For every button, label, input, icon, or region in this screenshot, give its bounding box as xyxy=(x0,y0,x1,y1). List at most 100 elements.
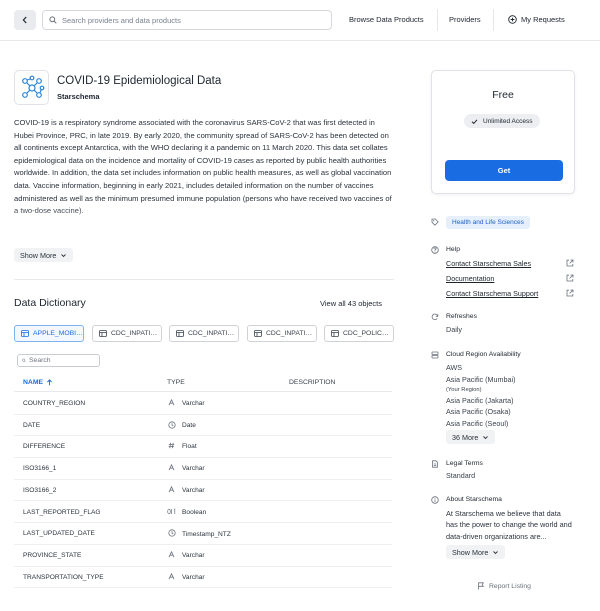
external-link-icon[interactable] xyxy=(566,289,574,297)
table-row[interactable]: ISO3166_2 Varchar xyxy=(14,480,392,502)
column-type-label: Varchar xyxy=(182,573,205,581)
back-button[interactable] xyxy=(14,10,36,30)
column-name-cell: DATE xyxy=(23,421,41,429)
table-row[interactable]: LAST_UPDATED_DATE Timestamp_NTZ xyxy=(14,523,392,545)
contact-support-link[interactable]: Contact Starschema Support xyxy=(446,289,538,298)
access-badge: Unlimited Access xyxy=(464,114,540,128)
table-row[interactable]: DIFFERENCE Float xyxy=(14,436,392,459)
report-listing-link[interactable]: Report Listing xyxy=(477,582,531,590)
hash-icon xyxy=(167,442,176,451)
flag-icon xyxy=(478,582,485,590)
table-icon xyxy=(331,330,339,337)
header-divider xyxy=(0,40,600,41)
document-icon xyxy=(432,460,438,468)
price-label: Free xyxy=(492,89,514,101)
column-name-cell: LAST_REPORTED_FLAG xyxy=(23,508,101,516)
search-icon xyxy=(22,358,26,363)
external-link-icon[interactable] xyxy=(566,274,574,282)
providers-link[interactable]: Providers xyxy=(449,15,481,24)
cloud-region-heading: Cloud Region Availability xyxy=(446,351,521,358)
column-type-label: Float xyxy=(182,443,197,451)
view-all-objects-link[interactable]: View all 43 objects xyxy=(320,299,382,308)
table-icon xyxy=(254,330,262,337)
tab-label: CDC_INPATIENT_BEDS_ICU xyxy=(266,330,316,337)
column-name-cell: COUNTRY_REGION xyxy=(23,400,86,407)
region-item: Asia Pacific (Jakarta) xyxy=(446,396,514,405)
browse-data-products-link[interactable]: Browse Data Products xyxy=(349,15,424,24)
your-region-note: (Your Region) xyxy=(446,387,482,393)
show-more-label: Show More xyxy=(20,250,57,260)
help-heading: Help xyxy=(446,246,460,253)
documentation-link[interactable]: Documentation xyxy=(446,274,494,283)
global-search[interactable] xyxy=(42,10,332,30)
column-type-label: Timestamp_NTZ xyxy=(182,530,231,538)
table-row[interactable]: LAST_REPORTED_FLAG Boolean xyxy=(14,502,392,524)
table-icon xyxy=(176,330,184,337)
nav-divider xyxy=(437,9,438,31)
column-header-type[interactable]: TYPE xyxy=(167,379,185,386)
column-type-cell: Float xyxy=(167,442,197,451)
region-item: Asia Pacific (Osaka) xyxy=(446,407,511,416)
more-regions-button[interactable]: 36 More xyxy=(446,430,496,444)
tab-cdc-inpatient-beds-covid[interactable]: CDC_INPATIENT_BEDS_COVID xyxy=(169,325,239,342)
refreshes-value: Daily xyxy=(446,325,462,334)
clock-icon xyxy=(167,421,176,431)
table-row[interactable]: ISO3166_1 Varchar xyxy=(14,458,392,480)
column-type-cell: Varchar xyxy=(167,485,205,495)
table-row[interactable]: TRANSPORTATION_TYPE Varchar xyxy=(14,567,392,589)
tab-cdc-policy-measures[interactable]: CDC_POLICY_MEASURES xyxy=(324,325,394,342)
about-show-more-button[interactable]: Show More xyxy=(446,545,506,559)
chevron-left-icon xyxy=(22,16,27,24)
column-header-name-label: NAME xyxy=(23,379,44,386)
column-type-cell: Varchar xyxy=(167,463,205,473)
listing-title: COVID-19 Epidemiological Data xyxy=(57,75,222,87)
contact-sales-link[interactable]: Contact Starschema Sales xyxy=(446,259,531,268)
column-name-cell: TRANSPORTATION_TYPE xyxy=(23,573,104,581)
text-type-icon xyxy=(167,485,176,495)
chevron-down-icon xyxy=(493,550,499,554)
text-type-icon xyxy=(167,398,176,408)
column-header-description[interactable]: DESCRIPTION xyxy=(289,379,335,386)
tab-cdc-inpatient-beds-icu[interactable]: CDC_INPATIENT_BEDS_ICU xyxy=(247,325,317,342)
provider-name[interactable]: Starschema xyxy=(57,92,100,101)
region-item: Asia Pacific (Mumbai) xyxy=(446,375,516,384)
server-icon xyxy=(431,351,439,359)
column-name-cell: ISO3166_1 xyxy=(23,465,57,473)
column-header-name[interactable]: NAME xyxy=(23,379,53,386)
legal-terms-value[interactable]: Standard xyxy=(446,471,475,480)
dictionary-search-input[interactable] xyxy=(29,357,99,364)
column-type-cell: Timestamp_NTZ xyxy=(167,529,231,539)
molecule-logo-icon xyxy=(21,75,44,98)
external-link-icon[interactable] xyxy=(566,259,574,267)
column-type-cell: Boolean xyxy=(167,507,207,517)
refreshes-heading: Refreshes xyxy=(446,313,477,320)
table-row[interactable]: DATE Date xyxy=(14,415,392,437)
get-button[interactable]: Get xyxy=(445,160,563,181)
category-tag[interactable]: Health and Life Sciences xyxy=(446,216,530,229)
about-provider-text: At Starschema we believe that data has t… xyxy=(446,509,572,541)
column-type-label: Boolean xyxy=(182,508,207,516)
column-type-label: Varchar xyxy=(182,551,205,559)
global-search-input[interactable] xyxy=(62,15,322,25)
refresh-icon xyxy=(431,313,439,321)
more-regions-label: 36 More xyxy=(452,432,479,442)
report-listing-label: Report Listing xyxy=(489,582,531,590)
about-provider-heading: About Starschema xyxy=(446,496,502,503)
tab-label: CDC_INPATIENT_BEDS_ALL xyxy=(111,330,161,337)
question-icon xyxy=(431,246,439,254)
tab-label: CDC_POLICY_MEASURES xyxy=(343,330,393,337)
description-show-more-button[interactable]: Show More xyxy=(14,248,74,262)
clock-icon xyxy=(167,529,176,539)
table-row[interactable]: COUNTRY_REGION Varchar xyxy=(14,393,392,415)
section-divider xyxy=(14,279,394,280)
tab-label: APPLE_MOBILITY xyxy=(33,330,83,337)
dictionary-search[interactable] xyxy=(17,354,100,367)
pricing-card: Free Unlimited Access Get xyxy=(431,70,575,194)
boolean-icon xyxy=(167,507,176,517)
table-row[interactable]: PROVINCE_STATE Varchar xyxy=(14,545,392,567)
my-requests-link[interactable]: My Requests xyxy=(508,15,565,24)
legal-terms-heading: Legal Terms xyxy=(446,460,483,467)
tab-cdc-inpatient-beds-all[interactable]: CDC_INPATIENT_BEDS_ALL xyxy=(92,325,162,342)
tab-apple-mobility[interactable]: APPLE_MOBILITY xyxy=(14,325,84,342)
sort-ascending-icon xyxy=(47,379,52,386)
